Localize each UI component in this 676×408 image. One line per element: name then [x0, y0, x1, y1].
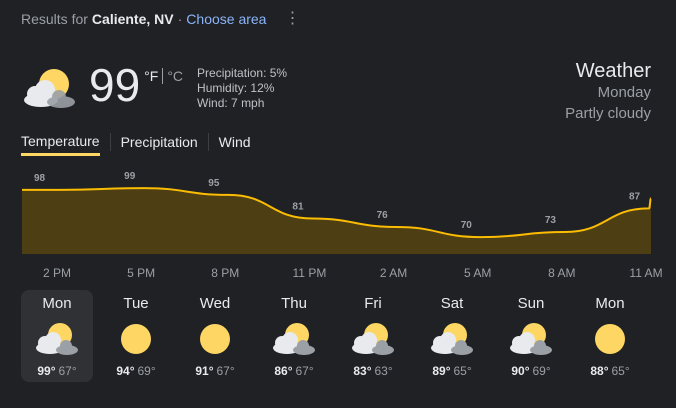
- chart-value-label: 81: [292, 202, 304, 213]
- chart-time-label: 5 PM: [127, 266, 156, 280]
- chart-value-label: 98: [34, 173, 46, 184]
- fahrenheit-button[interactable]: °F: [144, 68, 158, 84]
- forecast-temps: 88° 65°: [574, 364, 646, 378]
- sunny-icon: [595, 324, 625, 354]
- partly-cloudy-icon: [24, 69, 75, 108]
- sunny-icon: [200, 324, 230, 354]
- forecast-low: 67°: [216, 364, 235, 378]
- forecast-temps: 99° 67°: [21, 364, 93, 378]
- chart-time-labels: 2 PM 5 PM 8 PM 11 PM 2 AM 5 AM 8 AM 11 AM: [0, 266, 676, 282]
- humidity-text: Humidity: 12%: [197, 81, 275, 95]
- tab-divider: [207, 133, 209, 151]
- forecast-day-name: Mon: [595, 295, 625, 312]
- forecast-temps: 86° 67°: [258, 364, 330, 378]
- forecast-high: 88°: [590, 364, 609, 378]
- daily-forecast: Mon 99° 67° Tue 94° 69° Wed 91° 67° Thu 86° 67° Fr…: [21, 290, 653, 382]
- forecast-day-name: Wed: [199, 295, 231, 312]
- forecast-temps: 89° 65°: [416, 364, 488, 378]
- partly-cloudy-icon: [510, 323, 552, 355]
- chart-value-label: 76: [377, 210, 389, 221]
- tab-temperature[interactable]: Temperature: [21, 133, 100, 156]
- celsius-button[interactable]: °C: [167, 68, 183, 84]
- forecast-low: 67°: [295, 364, 314, 378]
- chart-time-label: 2 PM: [42, 266, 72, 280]
- forecast-high: 83°: [353, 364, 372, 378]
- partly-cloudy-icon: [36, 323, 78, 355]
- chart-value-label: 87: [629, 191, 641, 202]
- forecast-day-tue[interactable]: Tue 94° 69°: [100, 290, 172, 382]
- forecast-low: 65°: [611, 364, 630, 378]
- forecast-temps: 91° 67°: [179, 364, 251, 378]
- unit-divider: [162, 68, 164, 84]
- forecast-day-mon[interactable]: Mon 99° 67°: [21, 290, 93, 382]
- results-header: Results for Caliente, NV · Choose area ⋮: [21, 10, 300, 28]
- forecast-day-sat[interactable]: Sat 89° 65°: [416, 290, 488, 382]
- forecast-high: 86°: [274, 364, 293, 378]
- forecast-day-fri[interactable]: Fri 83° 63°: [337, 290, 409, 382]
- sunny-icon: [121, 324, 151, 354]
- unit-toggle: °F °C: [144, 68, 183, 84]
- chart-time-label: 5 AM: [464, 266, 492, 280]
- forecast-temps: 90° 69°: [495, 364, 567, 378]
- forecast-high: 90°: [511, 364, 530, 378]
- forecast-temps: 94° 69°: [100, 364, 172, 378]
- forecast-day-name: Sun: [517, 295, 545, 312]
- tab-divider: [109, 133, 111, 151]
- partly-cloudy-icon: [352, 323, 394, 355]
- chart-time-label: 8 AM: [548, 266, 576, 280]
- weather-details: Precipitation: 5% Humidity: 12% Wind: 7 …: [197, 66, 287, 111]
- location-name: Caliente, NV: [91, 11, 174, 27]
- chart-value-label: 70: [461, 220, 473, 231]
- forecast-day-name: Fri: [364, 295, 382, 312]
- forecast-low: 67°: [58, 364, 77, 378]
- weather-condition: Partly cloudy: [565, 105, 651, 122]
- results-prefix: Results for: [21, 11, 88, 27]
- chart-time-label: 2 AM: [379, 266, 408, 280]
- forecast-day-name: Sat: [440, 295, 464, 312]
- forecast-day-thu[interactable]: Thu 86° 67°: [258, 290, 330, 382]
- separator: ·: [177, 11, 183, 27]
- current-temperature: 99: [89, 59, 141, 111]
- tab-wind[interactable]: Wind: [219, 134, 251, 156]
- forecast-low: 69°: [137, 364, 156, 378]
- wind-text: Wind: 7 mph: [197, 96, 265, 110]
- forecast-day-sun[interactable]: Sun 90° 69°: [495, 290, 567, 382]
- temperature-chart: 98 99 95 81 76 70 73 87: [22, 171, 652, 254]
- forecast-low: 63°: [374, 364, 393, 378]
- forecast-high: 99°: [37, 364, 56, 378]
- forecast-day-mon[interactable]: Mon 88° 65°: [574, 290, 646, 382]
- weather-summary: Weather Monday Partly cloudy: [565, 60, 651, 124]
- chart-time-label: 11 AM: [629, 266, 663, 280]
- forecast-high: 91°: [195, 364, 214, 378]
- choose-area-link[interactable]: Choose area: [186, 11, 266, 27]
- forecast-day-wed[interactable]: Wed 91° 67°: [179, 290, 251, 382]
- weather-day: Monday: [597, 84, 651, 101]
- weather-title: Weather: [575, 60, 651, 82]
- forecast-day-name: Thu: [281, 295, 307, 312]
- temperature-area: [22, 188, 651, 254]
- chart-value-label: 99: [124, 171, 136, 182]
- weather-tabs: Temperature Precipitation Wind: [21, 133, 251, 156]
- current-conditions: 99 °F °C Precipitation: 5% Humidity: 12%…: [21, 62, 287, 112]
- chart-time-label: 8 PM: [211, 266, 240, 280]
- forecast-high: 89°: [432, 364, 451, 378]
- chart-time-label: 11 PM: [292, 266, 327, 280]
- partly-cloudy-icon: [273, 323, 315, 355]
- forecast-day-name: Tue: [123, 295, 149, 312]
- partly-cloudy-icon: [431, 323, 473, 355]
- precipitation-text: Precipitation: 5%: [197, 66, 288, 80]
- chart-value-label: 95: [208, 178, 220, 189]
- forecast-day-name: Mon: [42, 295, 72, 312]
- forecast-low: 65°: [453, 364, 472, 378]
- forecast-temps: 83° 63°: [337, 364, 409, 378]
- forecast-high: 94°: [116, 364, 135, 378]
- more-options-icon[interactable]: ⋮: [284, 11, 300, 27]
- tab-precipitation[interactable]: Precipitation: [121, 134, 198, 156]
- forecast-low: 69°: [532, 364, 551, 378]
- chart-value-label: 73: [545, 215, 557, 226]
